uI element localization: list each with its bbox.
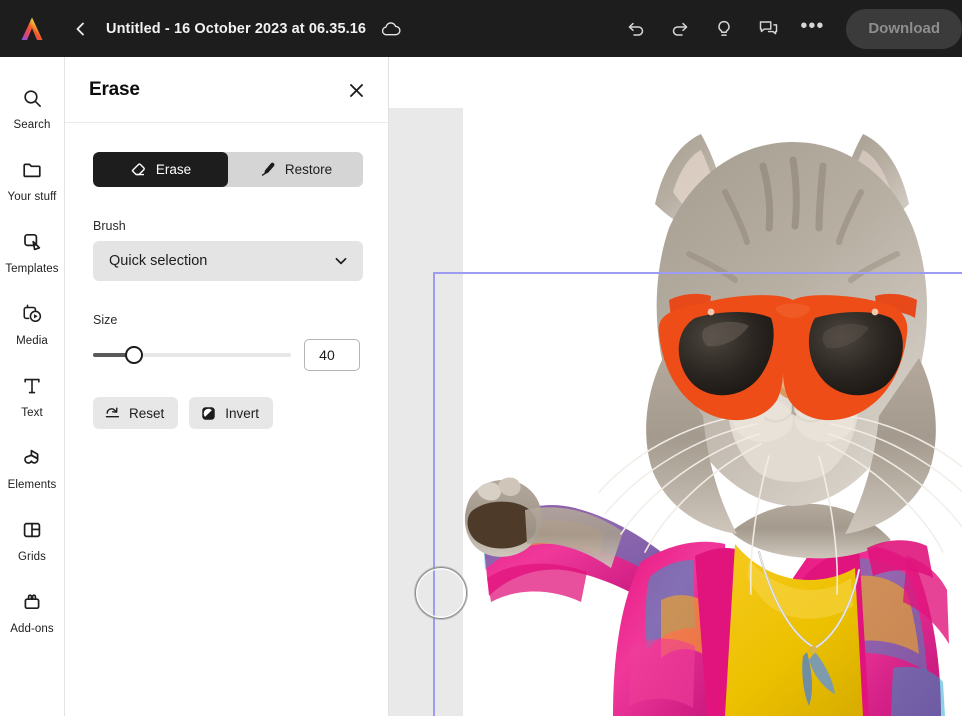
brush-icon [259, 161, 276, 178]
download-button[interactable]: Download [846, 8, 962, 49]
erase-mode-button[interactable]: Erase [93, 152, 228, 187]
selection-bounding-box[interactable] [433, 272, 962, 716]
size-input[interactable]: 40 [304, 339, 360, 371]
elements-icon [21, 443, 43, 473]
erase-panel: Erase Erase Restore Brush Quick selectio… [65, 57, 389, 716]
media-icon [21, 299, 44, 329]
sidebar-item-text[interactable]: Text [0, 363, 65, 435]
text-icon [21, 371, 43, 401]
brush-select-value: Quick selection [109, 253, 208, 269]
folder-icon [21, 155, 43, 185]
brush-cursor [415, 567, 467, 619]
cloud-saved-icon [380, 20, 402, 38]
slider-handle[interactable] [125, 346, 143, 364]
adobe-express-logo[interactable] [0, 0, 64, 57]
eraser-icon [130, 161, 147, 178]
app-root: Untitled - 16 October 2023 at 06.35.16 •… [0, 0, 962, 716]
reset-label: Reset [129, 405, 165, 421]
sidebar-item-label: Text [21, 407, 43, 419]
document-title[interactable]: Untitled - 16 October 2023 at 06.35.16 [106, 21, 366, 37]
sidebar-item-label: Search [13, 119, 51, 131]
canvas-top-strip [389, 57, 962, 108]
sidebar-item-media[interactable]: Media [0, 291, 65, 363]
brush-label: Brush [93, 219, 126, 233]
sidebar-item-label: Grids [18, 551, 46, 563]
panel-body: Erase Restore Brush Quick selection Size… [65, 123, 388, 429]
restore-mode-button[interactable]: Restore [228, 152, 363, 187]
page-title: Erase [89, 78, 140, 100]
more-options-button[interactable]: ••• [793, 10, 831, 48]
invert-icon [200, 405, 217, 422]
lightbulb-icon[interactable] [705, 10, 743, 48]
sidebar-item-search[interactable]: Search [0, 75, 65, 147]
redo-icon[interactable] [661, 10, 699, 48]
sidebar-item-label: Elements [7, 479, 57, 491]
sidebar-item-label: Media [16, 335, 48, 347]
sidebar-item-label: Add-ons [10, 623, 54, 635]
size-slider[interactable] [93, 346, 291, 364]
comments-icon[interactable] [749, 10, 787, 48]
mode-segmented-control: Erase Restore [93, 152, 363, 187]
brush-select[interactable]: Quick selection [93, 241, 363, 281]
sidebar-item-grids[interactable]: Grids [0, 507, 65, 579]
action-buttons: Reset Invert [93, 397, 360, 429]
addons-icon [21, 587, 43, 617]
sidebar-item-add-ons[interactable]: Add-ons [0, 579, 65, 651]
erase-mode-label: Erase [155, 162, 192, 177]
chevron-down-icon [333, 253, 349, 269]
more-options-label: ••• [800, 14, 825, 37]
restore-mode-label: Restore [284, 162, 333, 177]
grids-icon [21, 515, 43, 545]
reset-button[interactable]: Reset [93, 397, 179, 429]
size-label: Size [93, 313, 118, 327]
invert-label: Invert [225, 405, 260, 421]
panel-header: Erase [65, 57, 388, 123]
templates-icon [21, 227, 43, 257]
sidebar-item-templates[interactable]: Templates [0, 219, 65, 291]
reset-icon [104, 405, 121, 422]
close-icon[interactable] [344, 78, 368, 102]
sidebar-item-label: Your stuff [7, 191, 57, 203]
top-toolbar: Untitled - 16 October 2023 at 06.35.16 •… [0, 0, 962, 57]
undo-icon[interactable] [617, 10, 655, 48]
sidebar-item-your-stuff[interactable]: Your stuff [0, 147, 65, 219]
sidebar-item-elements[interactable]: Elements [0, 435, 65, 507]
topbar-actions: ••• Download [614, 0, 962, 57]
search-icon [22, 83, 43, 113]
invert-button[interactable]: Invert [189, 397, 274, 429]
size-control-row: 40 [93, 339, 360, 371]
sidebar-item-label: Templates [5, 263, 59, 275]
left-sidebar: Search Your stuff Templates Media Text E… [0, 57, 65, 716]
back-button[interactable] [66, 14, 96, 44]
